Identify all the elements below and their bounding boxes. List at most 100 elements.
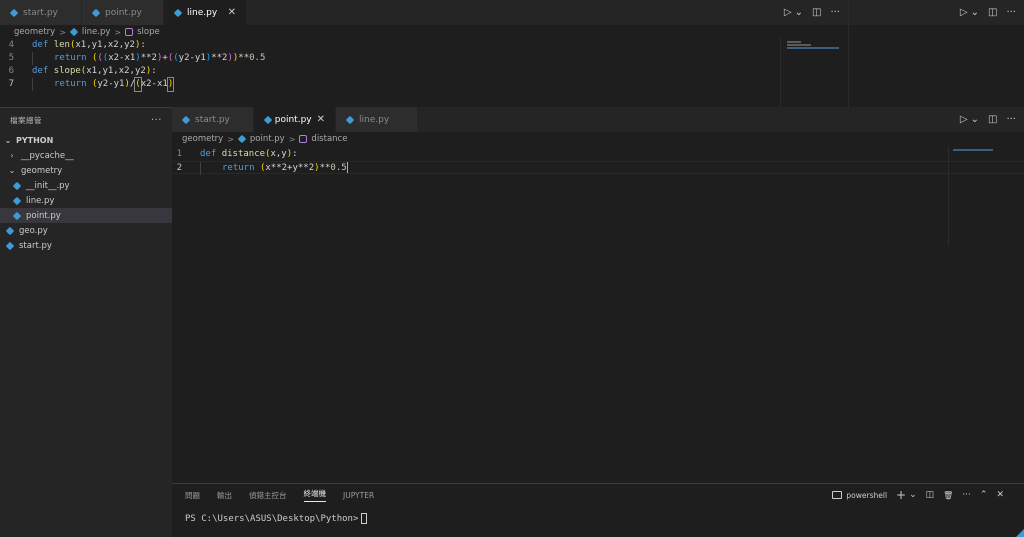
close-icon[interactable]: ✕ bbox=[317, 114, 325, 125]
right-editor-strip: ▷ ⌄ ◫ ··· bbox=[848, 0, 1024, 107]
chevron-down-icon: ⌄ bbox=[4, 135, 12, 145]
tab-label: start.py bbox=[23, 7, 58, 18]
workspace-section[interactable]: ⌄ PYTHON bbox=[0, 132, 172, 148]
right-editor-actions: ▷ ⌄ ◫ ··· bbox=[960, 0, 1016, 25]
breadcrumb: geometry > point.py > distance bbox=[172, 132, 1024, 146]
tab-label: point.py bbox=[105, 7, 142, 18]
tab-label: line.py bbox=[187, 7, 218, 18]
breadcrumb-symbol[interactable]: distance bbox=[311, 134, 347, 144]
bottom-tab-line[interactable]: line.py bbox=[336, 107, 418, 132]
panel-tab-debug-console[interactable]: 偵錯主控台 bbox=[249, 490, 287, 501]
split-terminal-icon[interactable]: ◫ bbox=[926, 490, 935, 500]
workspace-name: PYTHON bbox=[16, 135, 54, 145]
python-file-icon bbox=[13, 212, 21, 220]
python-file-icon bbox=[6, 227, 14, 235]
python-file-icon bbox=[13, 182, 21, 190]
run-icon[interactable]: ▷ bbox=[960, 114, 968, 125]
more-actions-icon[interactable]: ··· bbox=[962, 490, 971, 500]
maximize-panel-icon[interactable]: ⌃ bbox=[980, 490, 988, 500]
terminal-selector[interactable]: powershell bbox=[832, 491, 887, 500]
terminal-cursor bbox=[361, 513, 368, 524]
method-symbol-icon bbox=[125, 28, 134, 36]
code-line: 1 def distance(x,y): bbox=[172, 148, 1024, 161]
panel-tab-jupyter[interactable]: JUPYTER bbox=[343, 491, 374, 500]
code-editor[interactable]: 4 def len(x1,y1,x2,y2): 5 return (((x2-x… bbox=[0, 39, 848, 92]
more-actions-icon[interactable]: ··· bbox=[1006, 7, 1016, 18]
breadcrumb-file[interactable]: line.py bbox=[82, 27, 110, 37]
top-editor-group: start.py point.py line.py ✕ ▷ ⌄ ◫ ··· ge… bbox=[0, 0, 848, 107]
bottom-tab-bar: start.py point.py ✕ line.py ▷ ⌄ ◫ ··· bbox=[172, 107, 1024, 132]
explorer-title: 檔案總管 bbox=[10, 115, 42, 125]
add-terminal-icon[interactable]: + bbox=[896, 488, 906, 502]
tree-file-start[interactable]: start.py bbox=[0, 238, 172, 253]
minimap[interactable] bbox=[780, 38, 848, 107]
code-line: 4 def len(x1,y1,x2,y2): bbox=[0, 39, 848, 52]
explorer-sidebar: 檔案總管 ··· ⌄ PYTHON › __pycache__ ⌄ geomet… bbox=[0, 107, 172, 537]
bottom-panel: 問題 輸出 偵錯主控台 終端機 JUPYTER powershell + ⌄ ◫… bbox=[172, 483, 1024, 537]
chevron-right-icon: › bbox=[10, 151, 14, 160]
line-number: 1 bbox=[176, 149, 182, 159]
close-panel-icon[interactable]: ✕ bbox=[996, 490, 1004, 500]
top-tab-line[interactable]: line.py ✕ bbox=[164, 0, 247, 25]
panel-tab-terminal[interactable]: 終端機 bbox=[303, 488, 326, 502]
chevron-right-icon: > bbox=[288, 134, 296, 144]
code-editor[interactable]: 1 def distance(x,y): 2 return (x**2+y**2… bbox=[172, 146, 1024, 175]
tree-file-init[interactable]: __init__.py bbox=[0, 178, 172, 193]
line-number: 7 bbox=[8, 79, 14, 89]
top-tab-start[interactable]: start.py bbox=[0, 0, 82, 25]
chevron-down-icon[interactable]: ⌄ bbox=[795, 7, 803, 18]
run-icon[interactable]: ▷ bbox=[960, 7, 968, 18]
code-line: 5 return (((x2-x1) **2) +((y2-y1) **2)) ** 0.… bbox=[0, 52, 848, 65]
breadcrumb-file[interactable]: point.py bbox=[250, 134, 285, 144]
chevron-right-icon: > bbox=[227, 134, 234, 144]
minimap[interactable] bbox=[948, 146, 1024, 246]
shell-name: powershell bbox=[846, 490, 888, 500]
top-tab-bar: start.py point.py line.py ✕ ▷ ⌄ ◫ ··· bbox=[0, 0, 848, 25]
more-actions-icon[interactable]: ··· bbox=[1006, 114, 1016, 125]
terminal-output[interactable]: PS C:\Users\ASUS\Desktop\Python> bbox=[172, 513, 1024, 524]
chevron-down-icon[interactable]: ⌄ bbox=[971, 114, 979, 125]
top-tab-point[interactable]: point.py bbox=[82, 0, 164, 25]
tree-item-label: geo.py bbox=[19, 225, 48, 236]
panel-tab-output[interactable]: 輸出 bbox=[217, 490, 232, 501]
tree-item-label: start.py bbox=[19, 240, 52, 251]
python-file-icon bbox=[13, 197, 21, 205]
close-icon[interactable]: ✕ bbox=[228, 7, 236, 18]
tree-item-label: __pycache__ bbox=[21, 150, 74, 161]
python-file-icon bbox=[264, 116, 270, 124]
top-editor-actions: ▷ ⌄ ◫ ··· bbox=[784, 0, 840, 25]
tree-folder-geometry[interactable]: ⌄ geometry bbox=[0, 163, 172, 178]
code-line: 7 return (y2-y1) /(x2-x1) bbox=[0, 77, 848, 92]
more-actions-icon[interactable]: ··· bbox=[830, 7, 840, 18]
trash-icon[interactable]: 🗑 bbox=[943, 491, 953, 500]
bottom-tab-start[interactable]: start.py bbox=[172, 107, 254, 132]
split-editor-icon[interactable]: ◫ bbox=[988, 114, 997, 125]
tree-folder-pycache[interactable]: › __pycache__ bbox=[0, 148, 172, 163]
tree-file-geo[interactable]: geo.py bbox=[0, 223, 172, 238]
tab-label: start.py bbox=[195, 114, 230, 125]
tab-label: line.py bbox=[359, 114, 390, 125]
more-actions-icon[interactable]: ··· bbox=[151, 115, 162, 126]
python-file-icon bbox=[70, 28, 78, 36]
split-editor-icon[interactable]: ◫ bbox=[812, 7, 821, 18]
line-number: 6 bbox=[8, 66, 14, 76]
breadcrumb-symbol[interactable]: slope bbox=[137, 27, 160, 37]
bottom-tab-point[interactable]: point.py ✕ bbox=[254, 107, 336, 132]
code-line: 2 return (x**2+y**2) ** 0.5 bbox=[172, 161, 1024, 175]
terminal-icon bbox=[832, 491, 843, 499]
tree-item-label: point.py bbox=[26, 210, 61, 221]
breadcrumb-folder[interactable]: geometry bbox=[182, 134, 223, 144]
panel-tab-problems[interactable]: 問題 bbox=[185, 490, 200, 501]
python-file-icon bbox=[10, 9, 18, 17]
chevron-down-icon[interactable]: ⌄ bbox=[909, 490, 917, 500]
breadcrumb-folder[interactable]: geometry bbox=[14, 27, 55, 37]
breadcrumb: geometry > line.py > slope bbox=[0, 25, 848, 39]
line-number: 5 bbox=[8, 53, 14, 63]
explorer-header: 檔案總管 ··· bbox=[0, 108, 172, 132]
tree-file-line[interactable]: line.py bbox=[0, 193, 172, 208]
run-icon[interactable]: ▷ bbox=[784, 7, 792, 18]
chevron-down-icon[interactable]: ⌄ bbox=[971, 7, 979, 18]
tree-file-point[interactable]: point.py bbox=[0, 208, 172, 223]
text-cursor bbox=[346, 162, 348, 173]
split-editor-icon[interactable]: ◫ bbox=[988, 7, 997, 18]
